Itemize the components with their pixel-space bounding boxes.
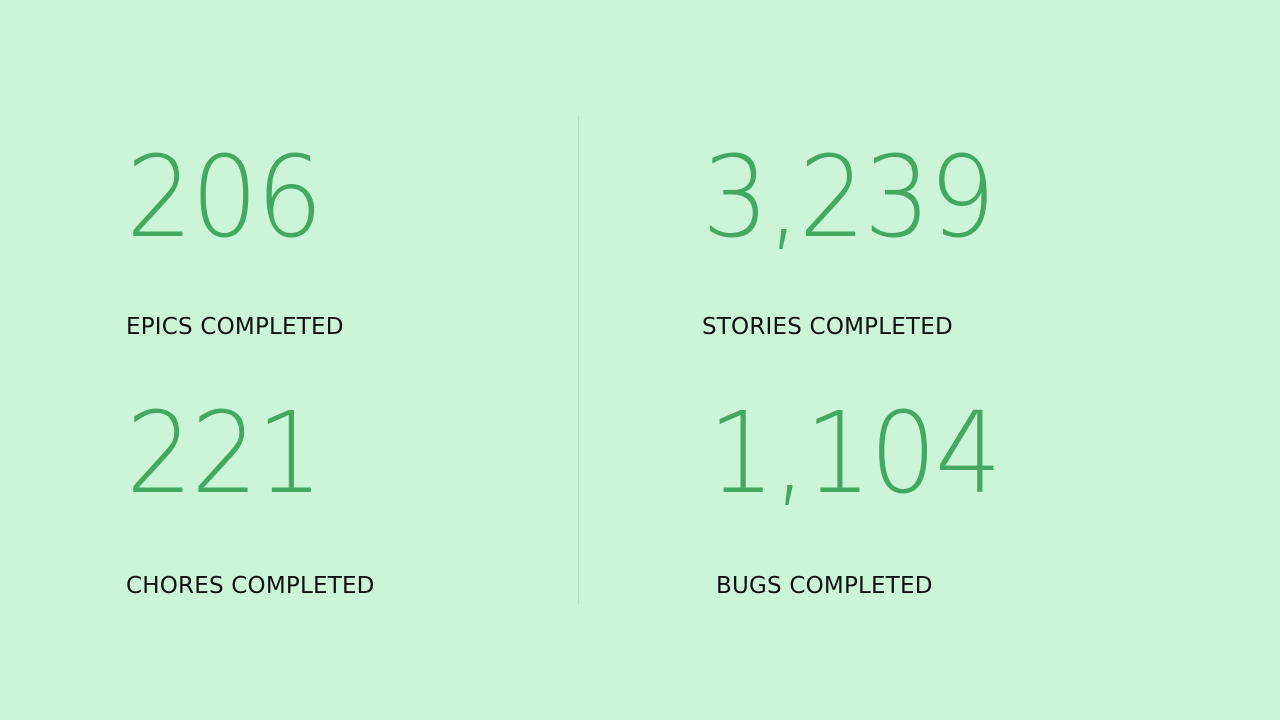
stat-stories: 3,239 STORIES COMPLETED [702,142,1013,339]
stories-label: STORIES COMPLETED [702,314,953,340]
chores-label: CHORES COMPLETED [126,573,375,599]
stat-chores: 221 CHORES COMPLETED [126,398,375,598]
epics-count: 206 [126,133,323,263]
bugs-label: BUGS COMPLETED [716,573,933,599]
stories-count: 3,239 [702,133,996,263]
epics-label: EPICS COMPLETED [126,314,344,340]
stat-bugs: 1,104 BUGS COMPLETED [708,398,1019,598]
stats-slide: 206 EPICS COMPLETED 3,239 STORIES COMPLE… [0,0,1280,720]
chores-count: 221 [126,389,323,519]
bugs-count: 1,104 [708,389,1002,519]
stat-epics: 206 EPICS COMPLETED [126,142,344,339]
column-divider [578,116,579,604]
